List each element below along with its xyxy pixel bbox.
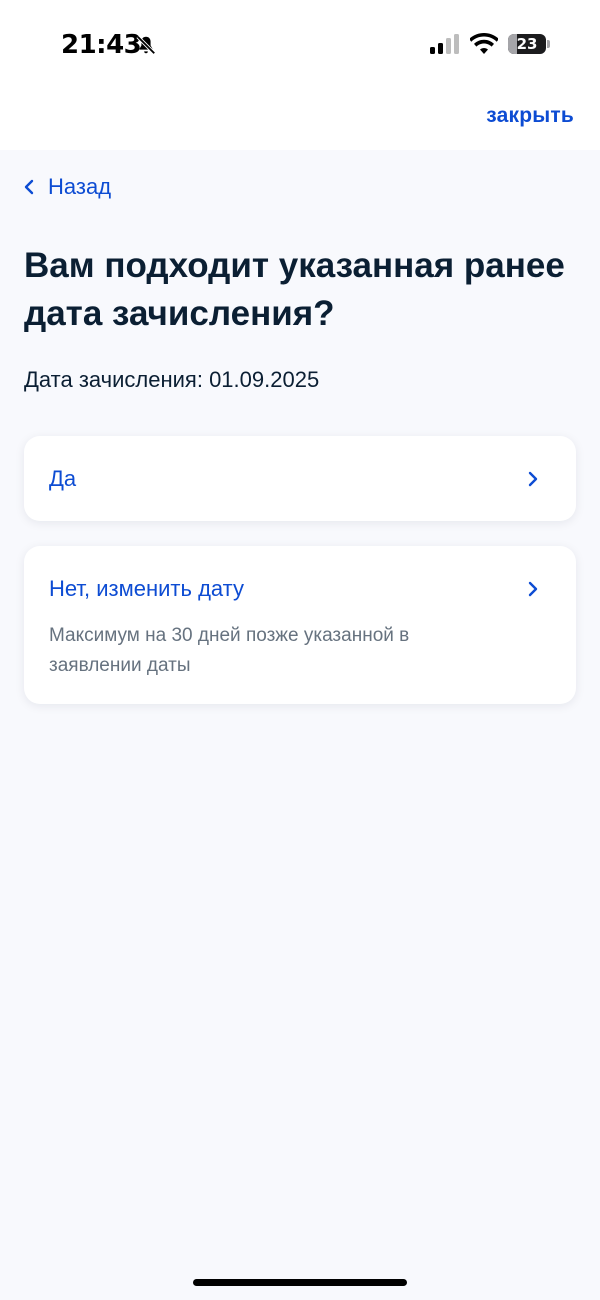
home-indicator[interactable]: [193, 1279, 407, 1286]
back-label: Назад: [48, 174, 112, 199]
cellular-signal-icon: [430, 34, 459, 54]
wifi-icon: [470, 33, 498, 54]
battery-cap: [547, 40, 550, 48]
option-change-date-description: Максимум на 30 дней позже указанной в за…: [49, 625, 410, 676]
back-button[interactable]: Назад: [22, 172, 111, 202]
status-bar: 21:43 23: [0, 0, 600, 90]
option-yes-label: Да: [49, 466, 77, 491]
battery-percent: 23: [516, 35, 538, 53]
option-change-date-card[interactable]: Нет, изменить дату Максимум на 30 дней п…: [24, 546, 576, 704]
battery-icon: 23: [508, 34, 546, 54]
option-yes-card[interactable]: Да: [24, 436, 576, 521]
bell-slash-icon: [136, 35, 156, 55]
chevron-left-icon: [24, 179, 34, 195]
status-time: 21:43: [61, 30, 142, 60]
chevron-right-icon: [528, 471, 538, 487]
enrollment-date-text: Дата зачисления: 01.09.2025: [24, 367, 320, 392]
chevron-right-icon: [528, 581, 538, 597]
option-change-date-label: Нет, изменить дату: [49, 576, 244, 601]
page-title: Вам подходит указанная ранее дата зачисл…: [24, 246, 565, 333]
close-button[interactable]: закрыть: [486, 104, 574, 128]
